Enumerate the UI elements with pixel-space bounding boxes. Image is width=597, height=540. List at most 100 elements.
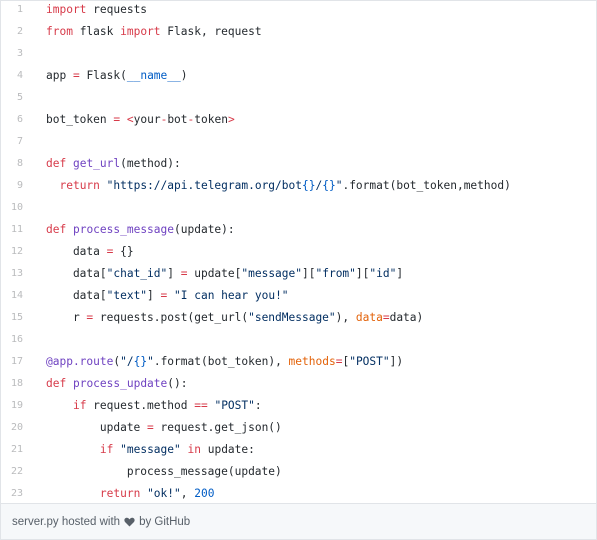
code-text: data = {} — [35, 245, 134, 258]
line-number[interactable]: 2 — [1, 26, 35, 37]
line-number[interactable]: 14 — [1, 290, 35, 301]
code-text: from flask import Flask, request — [35, 25, 262, 38]
github-link[interactable]: by GitHub — [139, 516, 190, 528]
code-line: 12 data = {} — [1, 240, 596, 262]
line-number[interactable]: 17 — [1, 356, 35, 367]
code-token: data — [46, 244, 107, 258]
code-token: r — [46, 310, 87, 324]
code-token: "message" — [241, 266, 302, 280]
code-token: requests — [86, 2, 148, 16]
code-token: .format(bot_token,method) — [342, 178, 511, 192]
line-number[interactable]: 4 — [1, 70, 35, 81]
code-line: 14 data["text"] = "I can hear you!" — [1, 284, 596, 306]
code-line: 19 if request.method == "POST": — [1, 394, 596, 416]
line-number[interactable]: 15 — [1, 312, 35, 323]
code-token: requests.post(get_url( — [93, 310, 249, 324]
line-number[interactable]: 1 — [1, 4, 35, 15]
line-number[interactable]: 22 — [1, 466, 35, 477]
code-token: data — [355, 310, 383, 324]
code-token: {} — [133, 354, 148, 368]
line-number[interactable]: 9 — [1, 180, 35, 191]
line-number[interactable]: 11 — [1, 224, 35, 235]
code-line: 20 update = request.get_json() — [1, 416, 596, 438]
code-text: if request.method == "POST": — [35, 399, 262, 412]
code-token: (update): — [174, 222, 235, 236]
code-text: r = requests.post(get_url("sendMessage")… — [35, 311, 423, 324]
code-token: Flask, request — [160, 24, 262, 38]
code-token: data[ — [46, 266, 107, 280]
line-number[interactable]: 23 — [1, 488, 35, 499]
code-token: = — [382, 310, 390, 324]
code-line: 22 process_message(update) — [1, 460, 596, 482]
code-token: data[ — [46, 288, 107, 302]
code-line: 13 data["chat_id"] = update["message"]["… — [1, 262, 596, 284]
code-token: "POST" — [349, 354, 390, 368]
code-token: "https://api.telegram.org/bot — [106, 178, 302, 192]
code-token: in — [187, 442, 201, 456]
code-token: get_url — [72, 156, 121, 170]
code-text: def process_message(update): — [35, 223, 235, 236]
code-token: "chat_id" — [106, 266, 168, 280]
code-token: {} — [322, 178, 336, 192]
code-token: return — [99, 486, 141, 500]
code-line: 6 bot_token = <your-bot-token> — [1, 108, 596, 130]
code-line: 8 def get_url(method): — [1, 152, 596, 174]
code-token: app — [46, 68, 73, 82]
code-token: your — [133, 112, 161, 126]
code-token: def — [46, 376, 67, 390]
code-token: ), — [335, 310, 356, 324]
code-line: 10 — [1, 196, 596, 218]
code-token: "message" — [120, 442, 181, 456]
code-token: if — [72, 398, 87, 412]
line-number[interactable]: 5 — [1, 92, 35, 103]
code-token: def — [46, 222, 67, 236]
line-number[interactable]: 8 — [1, 158, 35, 169]
code-token: ][ — [355, 266, 370, 280]
code-line: 9 return "https://api.telegram.org/bot {}… — [1, 174, 596, 196]
heart-icon — [124, 517, 135, 527]
code-token: update[ — [187, 266, 242, 280]
code-line: 4 app = Flask(__name__) — [1, 64, 596, 86]
gist-filename-link[interactable]: server.py — [12, 516, 59, 528]
code-token: "/ — [120, 354, 134, 368]
code-token: > — [227, 112, 235, 126]
line-number[interactable]: 21 — [1, 444, 35, 455]
code-text: return "https://api.telegram.org/bot{}/{… — [35, 178, 511, 192]
code-token: process_message(update) — [46, 464, 282, 478]
line-number[interactable]: 6 — [1, 114, 35, 125]
code-text: data["text"] = "I can hear you!" — [35, 289, 289, 302]
line-number[interactable]: 16 — [1, 334, 35, 345]
code-token: ] — [396, 266, 404, 280]
code-text: return "ok!", 200 — [35, 486, 215, 500]
code-line: 16 — [1, 328, 596, 350]
code-token: "id" — [369, 266, 397, 280]
code-token: return — [59, 178, 100, 192]
code-token: "I can hear you!" — [174, 288, 289, 302]
code-line: 5 — [1, 86, 596, 108]
code-token: "sendMessage" — [248, 310, 336, 324]
line-number[interactable]: 7 — [1, 136, 35, 147]
line-number[interactable]: 19 — [1, 400, 35, 411]
code-text: import requests — [35, 3, 147, 16]
line-number[interactable]: 10 — [1, 202, 35, 213]
line-number[interactable]: 3 — [1, 48, 35, 59]
code-token: 200 — [194, 486, 215, 500]
line-number[interactable]: 20 — [1, 422, 35, 433]
line-number[interactable]: 18 — [1, 378, 35, 389]
line-number[interactable]: 13 — [1, 268, 35, 279]
code-line: 11 def process_message(update): — [1, 218, 596, 240]
code-token: import — [46, 2, 87, 16]
line-number[interactable]: 12 — [1, 246, 35, 257]
code-token: , — [180, 486, 195, 500]
code-line: 7 — [1, 130, 596, 152]
code-text: bot_token = <your-bot-token> — [35, 113, 235, 126]
code-token: ] — [167, 266, 181, 280]
code-token: token — [194, 112, 228, 126]
code-text: data["chat_id"] = update["message"]["fro… — [35, 267, 403, 280]
code-token: .format(bot_token), — [153, 354, 289, 368]
